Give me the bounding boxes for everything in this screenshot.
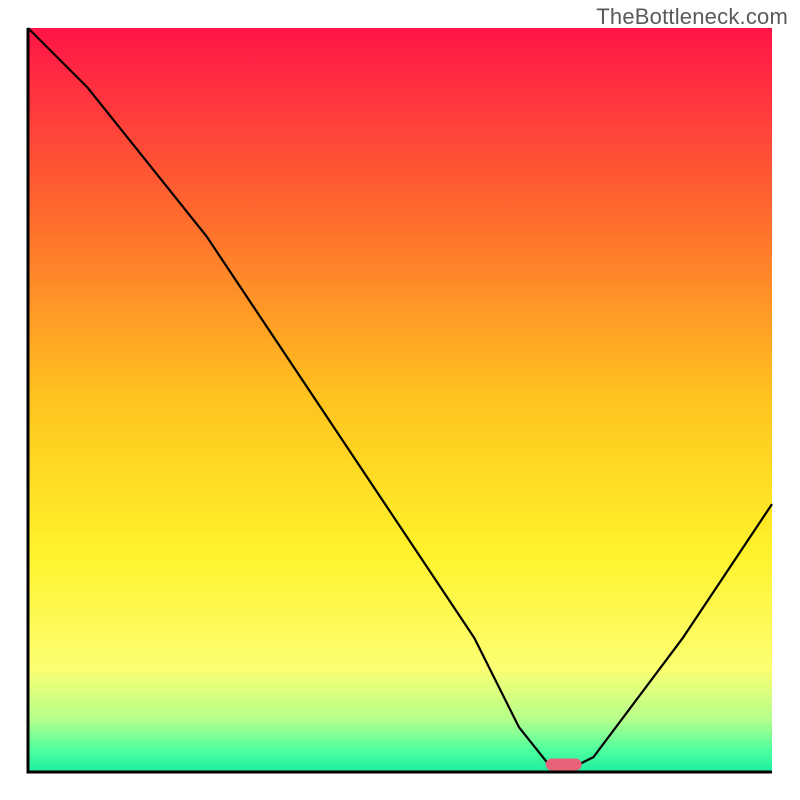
chart-container: TheBottleneck.com (0, 0, 800, 800)
watermark-label: TheBottleneck.com (596, 4, 788, 30)
chart-background (28, 28, 772, 772)
chart-svg (0, 0, 800, 800)
marker-optimal-point (546, 759, 582, 771)
